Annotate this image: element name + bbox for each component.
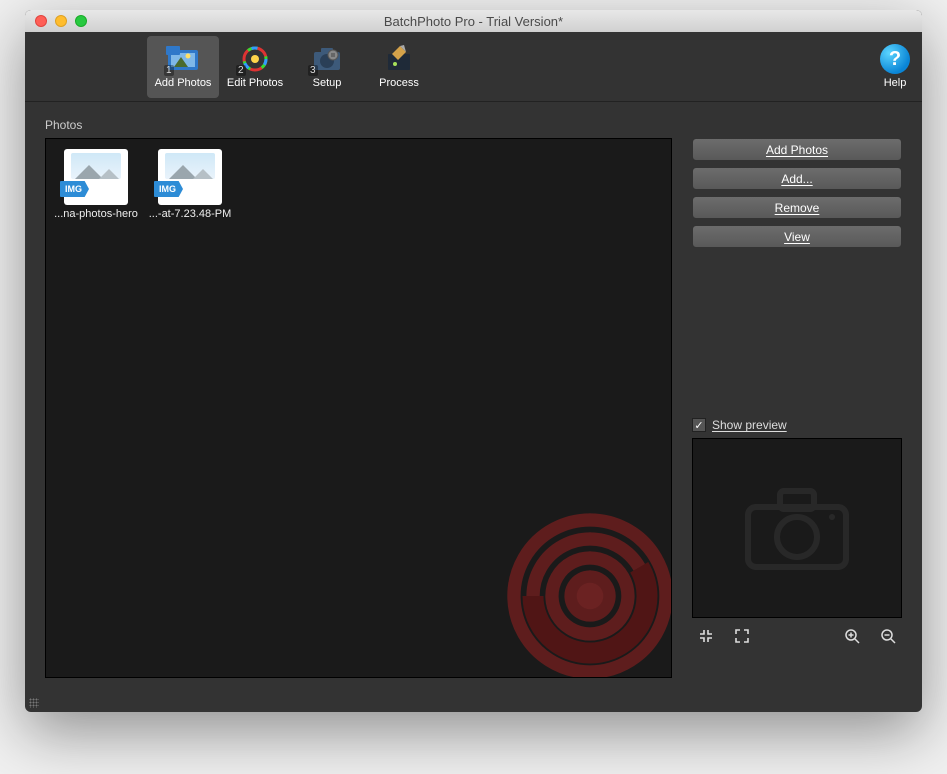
show-preview-checkbox[interactable]: ✓	[692, 418, 706, 432]
add-photos-icon: 1	[166, 44, 200, 74]
edit-photos-icon: 2	[238, 44, 272, 74]
tab-edit-photos[interactable]: 2 Edit Photos	[219, 36, 291, 98]
help-button[interactable]: ? Help	[880, 44, 910, 89]
help-label: Help	[884, 77, 907, 89]
main-row: IMG ...na-photos-hero IMG ...-at-7.23.48…	[45, 138, 902, 678]
photo-grid[interactable]: IMG ...na-photos-hero IMG ...-at-7.23.48…	[45, 138, 672, 678]
tab-add-photos[interactable]: 1 Add Photos	[147, 36, 219, 98]
thumbnails: IMG ...na-photos-hero IMG ...-at-7.23.48…	[56, 149, 661, 220]
help-icon: ?	[880, 44, 910, 74]
main-toolbar: 1 Add Photos 2 Edit Photos 3 Setup	[25, 32, 922, 102]
step-number: 3	[308, 65, 318, 76]
zoom-in-icon[interactable]	[844, 628, 860, 644]
fit-in-icon[interactable]	[698, 628, 714, 644]
photo-thumbnail[interactable]: IMG ...na-photos-hero	[56, 149, 136, 220]
content-area: Photos IMG ...na-photos-hero IMG	[25, 102, 922, 698]
camera-placeholder-icon	[742, 483, 852, 573]
button-label: Add...	[781, 172, 812, 186]
thumbnail-label: ...-at-7.23.48-PM	[149, 208, 232, 220]
traffic-lights	[25, 15, 87, 27]
process-icon	[382, 44, 416, 74]
tab-label: Edit Photos	[227, 77, 283, 89]
thumbnail-icon: IMG	[158, 149, 222, 205]
toolbar-tabs: 1 Add Photos 2 Edit Photos 3 Setup	[147, 36, 435, 98]
fit-out-icon[interactable]	[734, 628, 750, 644]
show-preview-label: Show preview	[712, 418, 787, 432]
preview-section: ✓ Show preview	[692, 418, 902, 644]
photo-thumbnail[interactable]: IMG ...-at-7.23.48-PM	[150, 149, 230, 220]
thumbnail-label: ...na-photos-hero	[54, 208, 138, 220]
resize-grip[interactable]	[25, 698, 922, 712]
titlebar: BatchPhoto Pro - Trial Version*	[25, 10, 922, 32]
step-number: 2	[236, 65, 246, 76]
watermark-swirl-icon	[495, 501, 672, 678]
minimize-icon[interactable]	[55, 15, 67, 27]
remove-button[interactable]: Remove	[692, 196, 902, 219]
thumbnail-icon: IMG	[64, 149, 128, 205]
check-icon: ✓	[694, 419, 703, 432]
tab-label: Add Photos	[155, 77, 212, 89]
show-preview-row: ✓ Show preview	[692, 418, 902, 432]
preview-controls	[692, 618, 902, 644]
img-badge: IMG	[60, 181, 89, 197]
close-icon[interactable]	[35, 15, 47, 27]
photos-section-label: Photos	[45, 118, 902, 132]
button-label: View	[784, 230, 810, 244]
tab-setup[interactable]: 3 Setup	[291, 36, 363, 98]
add-photos-button[interactable]: Add Photos	[692, 138, 902, 161]
add-button[interactable]: Add...	[692, 167, 902, 190]
tab-label: Setup	[313, 77, 342, 89]
step-number: 1	[164, 65, 174, 76]
tab-process[interactable]: Process	[363, 36, 435, 98]
button-label: Remove	[775, 201, 820, 215]
window-title: BatchPhoto Pro - Trial Version*	[25, 14, 922, 29]
side-panel: Add Photos Add... Remove View ✓ Show pre…	[692, 138, 902, 678]
tab-label: Process	[379, 77, 419, 89]
preview-box	[692, 438, 902, 618]
action-buttons: Add Photos Add... Remove View	[692, 138, 902, 248]
maximize-icon[interactable]	[75, 15, 87, 27]
button-label: Add Photos	[766, 143, 828, 157]
view-button[interactable]: View	[692, 225, 902, 248]
setup-icon: 3	[310, 44, 344, 74]
img-badge: IMG	[154, 181, 183, 197]
zoom-out-icon[interactable]	[880, 628, 896, 644]
app-window: BatchPhoto Pro - Trial Version* 1 Add Ph…	[25, 10, 922, 712]
